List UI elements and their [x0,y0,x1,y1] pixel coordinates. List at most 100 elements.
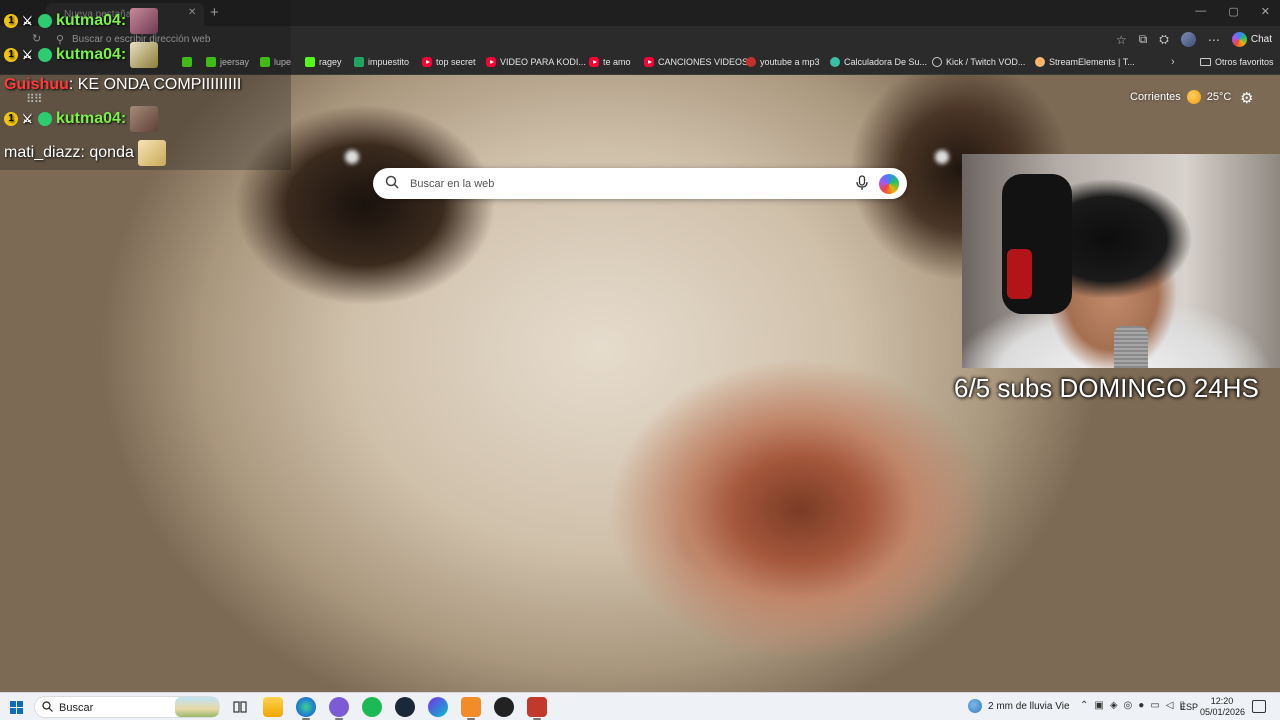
spotify-icon[interactable] [362,697,382,717]
edge-icon[interactable] [296,697,316,720]
clock-date: 05/01/2026 [1200,707,1246,717]
emote-image [130,42,159,68]
bookmark-item[interactable]: CANCIONES VIDEOS [644,57,748,67]
sword-badge-icon: ⚔ [22,14,33,28]
volume-icon[interactable]: ◁ [1166,700,1174,711]
copilot-chat-button[interactable]: Chat [1231,32,1272,47]
chevron-up-icon[interactable]: ⌃ [1080,700,1088,711]
tray-app-icon[interactable]: ▣ [1094,700,1103,711]
notification-icon[interactable] [1252,700,1266,713]
folder-icon [1200,58,1211,66]
chat-message: mati_diazz : qonda [4,140,166,166]
taskbar-search-label: Buscar [59,702,94,714]
ytmp3-icon [746,57,756,67]
webcam-feed [962,154,1280,368]
chat-message: Guishuu : KE ONDA COMPIIIIIIIII [4,76,241,94]
chat-username: mati_diazz [4,144,81,161]
bookmark-label: youtube a mp3 [760,57,820,67]
bookmark-item[interactable]: te amo [589,57,631,67]
bookmark-label: CANCIONES VIDEOS [658,57,749,67]
extensions-icon[interactable]: ⧉ [1139,32,1148,47]
sub-badge-icon: 1 [4,14,18,28]
app-dark-icon[interactable] [494,697,514,717]
profile-avatar[interactable] [1180,32,1196,47]
search-icon [385,175,399,189]
app-purple-icon[interactable] [329,697,349,720]
web-search-box[interactable]: Buscar en la web [373,168,907,199]
close-window-icon[interactable]: ✕ [1261,5,1270,18]
file-explorer-icon[interactable] [263,697,283,717]
maximize-icon[interactable]: ▢ [1228,5,1238,18]
microphone-tray-icon[interactable]: ● [1138,700,1144,711]
chat-text: : qonda [80,144,134,161]
taskbar-weather[interactable]: 2 mm de lluvia Vie [968,699,1070,713]
tray-app-icon[interactable]: ◈ [1110,700,1118,711]
chat-username: kutma04: [56,12,127,29]
bookmark-item[interactable]: VIDEO PARA KODI... [486,57,586,67]
taskbar-weather-text: 2 mm de lluvia Vie [988,700,1070,712]
bookmark-label: Kick / Twitch VOD... [946,57,1026,67]
emote-image [137,140,166,166]
chat-label: Chat [1250,34,1272,45]
minimize-icon[interactable]: — [1195,5,1206,18]
weather-location: Corrientes [1130,91,1181,103]
app-orange-icon[interactable] [461,697,481,720]
clock[interactable]: 12:20 05/01/2026 [1200,696,1246,718]
taskbar-search[interactable]: Buscar [34,696,220,718]
app-red-icon[interactable] [527,697,547,720]
collections-icon[interactable]: ⛭ [1159,32,1169,47]
eye-glint [935,150,949,164]
sub-badge-icon: 1 [4,48,18,62]
stream-caption: 6/5 subs DOMINGO 24HS [954,373,1259,403]
chat-username: kutma04: [56,110,127,127]
bookmark-item[interactable]: Kick / Twitch VOD... [932,57,1025,67]
chat-message: 1 ⚔ kutma04: [4,106,159,132]
bookmark-item[interactable]: top secret [422,57,476,67]
chevron-right-icon[interactable]: › [1171,56,1175,68]
language-indicator[interactable]: ESP [1180,702,1198,712]
microphone-icon[interactable] [855,175,869,191]
bookmark-item[interactable]: impuestito [354,57,409,67]
steam-icon[interactable] [395,697,415,717]
microphone [1114,326,1148,368]
bookmark-item[interactable]: ragey [305,57,342,67]
bookmark-item[interactable]: Calculadora De Su... [830,57,927,67]
youtube-icon [644,57,654,67]
bookmark-item[interactable]: StreamElements | T... [1035,57,1135,67]
windows-start-icon[interactable] [10,701,23,714]
search-highlight-image [175,697,219,717]
chat-message: 1 ⚔ kutma04: [4,8,159,34]
kick-badge-icon [38,14,52,28]
copilot-icon [1231,32,1247,47]
bookmark-label: VIDEO PARA KODI... [500,57,586,67]
weather-widget[interactable]: Corrientes 25°C [1130,90,1231,104]
more-menu-icon[interactable]: ⋯ [1208,33,1220,47]
tray-app-icon[interactable]: ◎ [1124,700,1133,711]
other-favorites-label: Otros favoritos [1215,57,1274,67]
emote-image [130,106,159,132]
sword-badge-icon: ⚔ [22,48,33,62]
chat-message: 1 ⚔ kutma04: [4,42,159,68]
eye-glint [345,150,359,164]
youtube-icon [486,57,496,67]
canva-icon[interactable] [428,697,448,717]
toolbar-actions: ☆ ⧉ ⛭ ⋯ Chat [1116,32,1272,47]
other-favorites[interactable]: Otros favoritos [1200,57,1274,67]
bookmark-label: StreamElements | T... [1049,57,1135,67]
bookmark-item[interactable]: youtube a mp3 [746,57,820,67]
calculator-icon [830,57,840,67]
search-placeholder: Buscar en la web [410,178,495,190]
streamelements-icon [1035,57,1045,67]
chat-username: kutma04: [56,46,127,63]
weather-temp: 25°C [1206,91,1232,103]
sub-badge-icon: 1 [4,112,18,126]
network-icon[interactable]: ▭ [1150,700,1159,711]
chat-text: : KE ONDA COMPIIIIIIIII [68,76,242,93]
settings-gear-icon[interactable]: ⚙ [1240,89,1253,107]
kick-badge-icon [38,48,52,62]
copilot-icon[interactable] [879,174,899,194]
task-view-icon[interactable] [230,697,250,717]
favorite-star-icon[interactable]: ☆ [1116,33,1127,47]
system-tray: ⌃ ▣ ◈ ◎ ● ▭ ◁ ▯ [1080,700,1185,711]
youtube-icon [422,57,432,67]
